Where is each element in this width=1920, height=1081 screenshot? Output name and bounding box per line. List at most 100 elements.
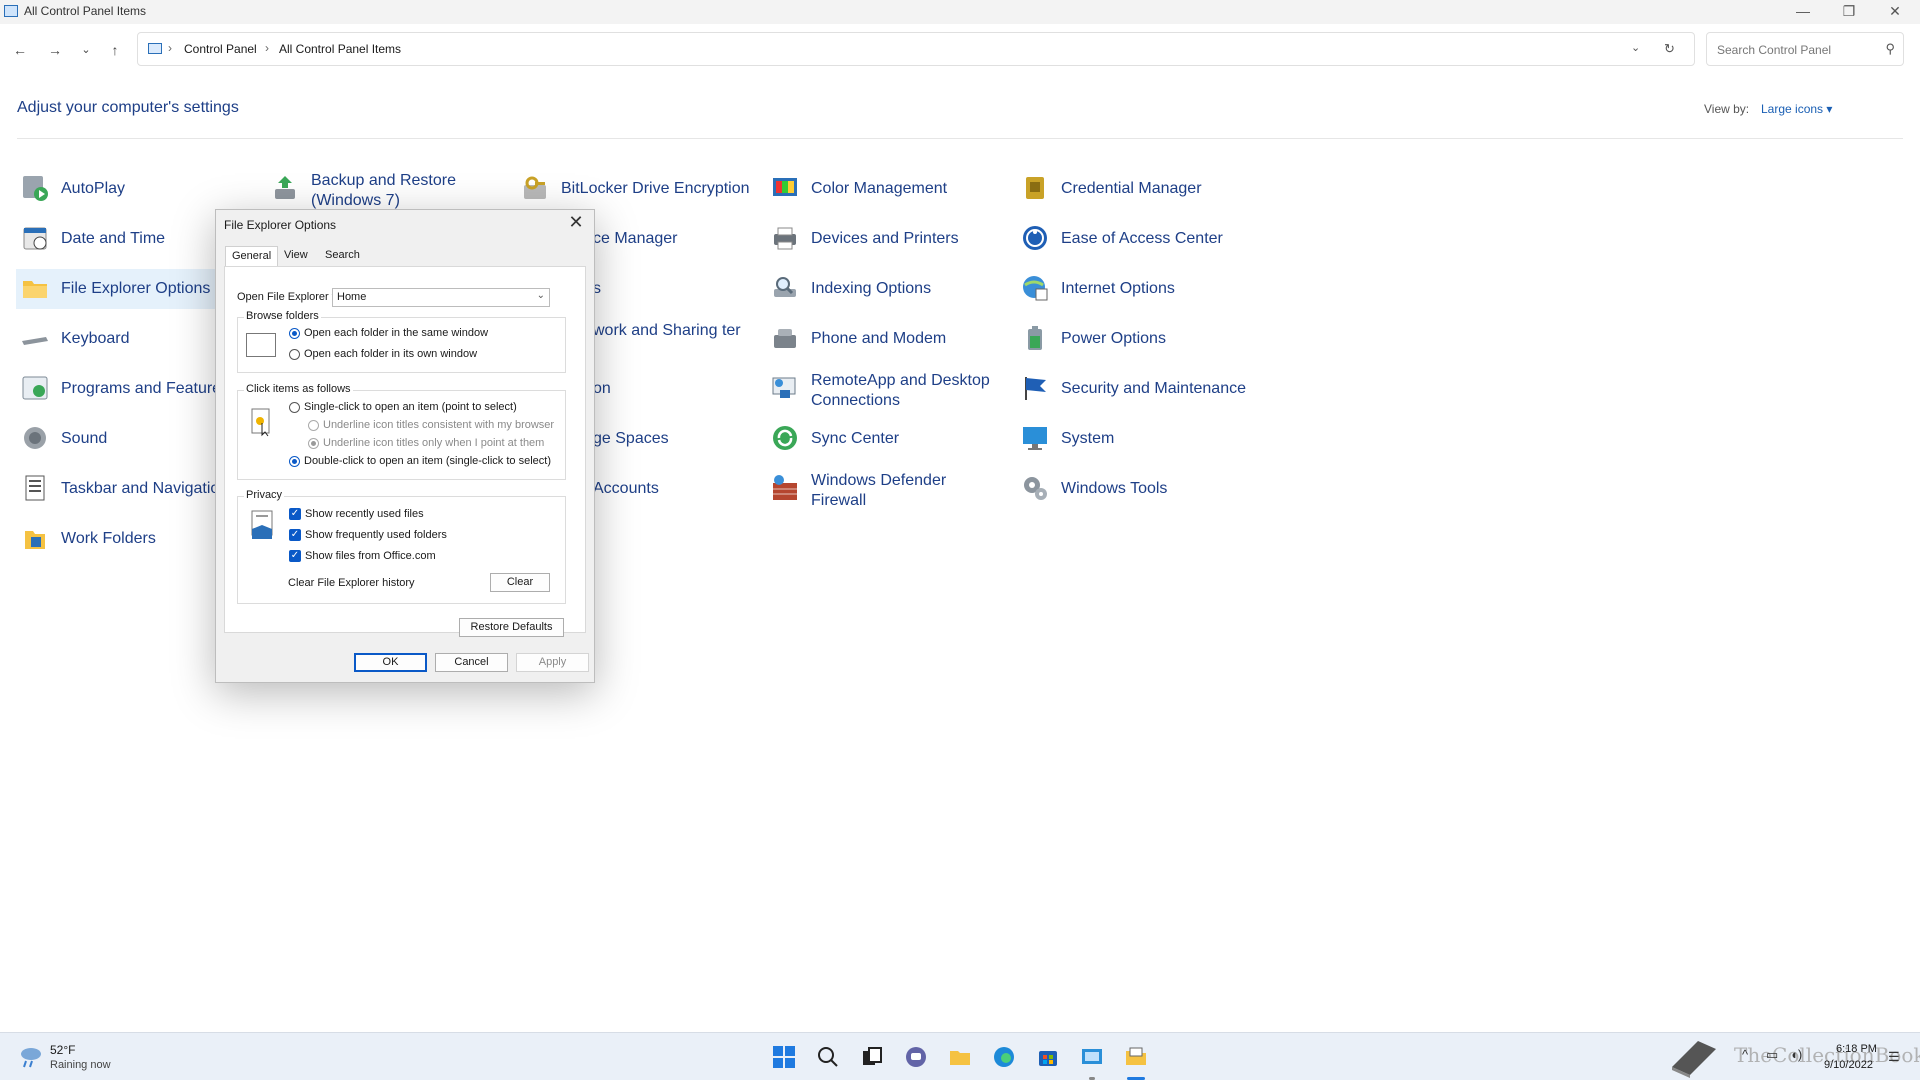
cp-item-label: Programs and Feature	[61, 380, 222, 397]
weather-widget[interactable]: 52°F Raining now	[0, 1033, 140, 1081]
single-click-radio[interactable]	[289, 402, 300, 413]
address-dropdown-chevron-icon[interactable]: ⌄	[1631, 41, 1640, 54]
cp-item-label: ge Spaces	[593, 430, 669, 447]
firewall-icon	[773, 475, 797, 500]
chevron-down-icon: ⌄	[536, 290, 545, 301]
cp-item-system[interactable]: System	[1016, 419, 1256, 459]
browse-folders-illustration	[246, 333, 276, 357]
cp-item-autoplay[interactable]: AutoPlay	[16, 169, 256, 209]
cp-item-backup-restore[interactable]: Backup and Restore (Windows 7)	[266, 169, 506, 209]
search-icon[interactable]: ⚲	[1885, 41, 1895, 57]
cp-item-power-options[interactable]: Power Options	[1016, 319, 1256, 359]
cp-item-remoteapp[interactable]: RemoteApp and Desktop Connections	[766, 369, 1006, 409]
clear-button[interactable]: Clear	[490, 573, 550, 592]
show-frequent-folders-checkbox[interactable]: ✓	[289, 529, 301, 541]
cp-item-color-management[interactable]: Color Management	[766, 169, 1006, 209]
store-icon[interactable]	[1036, 1045, 1060, 1069]
underline-browser-radio[interactable]	[308, 420, 319, 431]
show-office-files-label: Show files from Office.com	[305, 550, 436, 562]
tab-general[interactable]: General	[225, 246, 279, 267]
cp-item-bitlocker[interactable]: BitLocker Drive Encryption	[516, 169, 756, 209]
cp-item-defender-firewall[interactable]: Windows Defender Firewall	[766, 469, 1006, 509]
clear-history-label: Clear File Explorer history	[288, 577, 415, 589]
clock-date[interactable]: 9/10/2022	[1824, 1059, 1873, 1071]
cp-item-label: Phone and Modem	[811, 330, 947, 347]
open-to-dropdown[interactable]: Home ⌄	[332, 288, 550, 307]
cp-item-internet-options[interactable]: Internet Options	[1016, 269, 1256, 309]
cp-item-security-maintenance[interactable]: Security and Maintenance	[1016, 369, 1256, 409]
address-bar[interactable]: › Control Panel › All Control Panel Item…	[137, 32, 1695, 66]
apply-button[interactable]: Apply	[516, 653, 589, 672]
tab-view[interactable]: View	[278, 246, 314, 266]
ok-button[interactable]: OK	[354, 653, 427, 672]
sync-icon	[773, 426, 797, 450]
minimize-button[interactable]: —	[1780, 0, 1826, 24]
restore-button[interactable]: ❐	[1826, 0, 1872, 24]
browse-own-window-radio[interactable]	[289, 349, 300, 360]
volume-icon[interactable]: ◖)	[1790, 1047, 1802, 1062]
up-arrow-icon[interactable]: ↑	[104, 39, 126, 61]
windows-tools-gear-icon	[1024, 477, 1047, 500]
clock-time[interactable]: 6:18 PM	[1836, 1043, 1877, 1055]
breadcrumb-separator: ›	[168, 41, 172, 55]
underline-point-radio[interactable]	[308, 438, 319, 449]
cp-item-sync-center[interactable]: Sync Center	[766, 419, 1006, 459]
cp-item-credential-manager[interactable]: Credential Manager	[1016, 169, 1256, 209]
browse-same-window-label: Open each folder in the same window	[304, 327, 489, 339]
folder-options-taskbar-icon[interactable]	[1124, 1045, 1148, 1069]
autoplay-icon	[23, 176, 48, 201]
cp-item-phone-modem[interactable]: Phone and Modem	[766, 319, 1006, 359]
cp-item-indexing-options[interactable]: Indexing Options	[766, 269, 1006, 309]
cp-item-label: Sound	[61, 430, 108, 447]
search-icon[interactable]	[816, 1045, 840, 1069]
cp-item-label: AutoPlay	[61, 180, 126, 197]
chevron-up-icon[interactable]: ^	[1742, 1047, 1748, 1062]
network-icon[interactable]: ▭	[1766, 1047, 1778, 1063]
page-title: Adjust your computer's settings	[17, 99, 239, 116]
cp-item-label: Color Management	[811, 180, 948, 197]
privacy-illustration-icon	[251, 510, 273, 539]
recent-locations-chevron-icon[interactable]: ⌄	[75, 39, 97, 61]
double-click-radio[interactable]	[289, 456, 300, 467]
privacy-title: Privacy	[244, 489, 285, 501]
task-view-icon[interactable]	[860, 1045, 884, 1069]
refresh-icon[interactable]: ↻	[1664, 41, 1675, 57]
notification-icon[interactable]: ☰	[1888, 1049, 1900, 1065]
file-explorer-icon[interactable]	[948, 1045, 972, 1069]
show-office-files-checkbox[interactable]: ✓	[289, 550, 301, 562]
show-recent-files-checkbox[interactable]: ✓	[289, 508, 301, 520]
search-box[interactable]: ⚲	[1706, 32, 1904, 66]
close-icon[interactable]: ✕	[564, 212, 588, 233]
back-arrow-icon[interactable]: ←	[9, 39, 31, 61]
power-options-icon	[1028, 326, 1042, 350]
show-recent-files-label: Show recently used files	[305, 508, 424, 520]
start-windows-icon[interactable]	[772, 1045, 796, 1069]
edge-browser-icon[interactable]	[992, 1045, 1016, 1069]
view-by-dropdown[interactable]: Large icons ▾	[1761, 102, 1832, 116]
browse-same-window-radio[interactable]	[289, 328, 300, 339]
search-input[interactable]	[1715, 40, 1879, 60]
weather-temperature: 52°F	[50, 1043, 76, 1057]
cp-item-label: work and Sharing ter	[593, 322, 741, 339]
phone-modem-icon	[774, 329, 796, 348]
cp-item-label: System	[1061, 430, 1115, 447]
control-panel-taskbar-icon[interactable]	[1080, 1045, 1104, 1069]
cancel-button[interactable]: Cancel	[435, 653, 508, 672]
single-click-label: Single-click to open an item (point to s…	[304, 401, 517, 413]
browse-folders-title: Browse folders	[244, 310, 321, 322]
chat-icon[interactable]	[904, 1045, 928, 1069]
cp-item-windows-tools[interactable]: Windows Tools	[1016, 469, 1256, 509]
forward-arrow-icon[interactable]: →	[44, 39, 66, 61]
browse-folders-group: Browse folders Open each folder in the s…	[237, 310, 566, 373]
restore-defaults-button[interactable]: Restore Defaults	[459, 618, 564, 637]
breadcrumb-control-panel[interactable]: Control Panel	[184, 42, 257, 56]
breadcrumb-separator: ›	[265, 41, 269, 55]
breadcrumb-all-items[interactable]: All Control Panel Items	[279, 42, 401, 56]
cp-item-devices-printers[interactable]: Devices and Printers	[766, 219, 1006, 259]
cp-item-ease-of-access[interactable]: Ease of Access Center	[1016, 219, 1256, 259]
cp-item-label: Work Folders	[61, 530, 156, 547]
tab-search[interactable]: Search	[319, 246, 366, 266]
cp-item-label: Date and Time	[61, 230, 166, 247]
close-window-button[interactable]: ✕	[1872, 0, 1918, 24]
internet-options-icon	[1023, 276, 1048, 301]
